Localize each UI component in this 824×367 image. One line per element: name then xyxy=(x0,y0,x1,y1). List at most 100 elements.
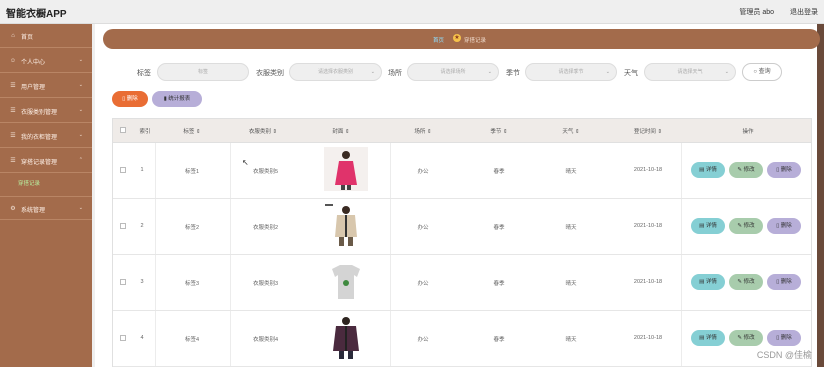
cell-date: 2021-10-18 xyxy=(633,279,663,285)
list-icon: ☰ xyxy=(10,108,16,114)
header-type[interactable]: 衣服类别 ⇕ xyxy=(233,127,293,135)
delete-label: 删除 xyxy=(780,223,792,229)
header-actions: 操作 xyxy=(742,129,754,135)
watermark: CSDN @佳榆 xyxy=(756,350,812,360)
delete-button[interactable]: ▯ 删除 xyxy=(767,162,801,178)
delete-button[interactable]: ▯ 删除 xyxy=(767,274,801,290)
divider xyxy=(681,311,682,366)
sidebar-item-label: 我的衣柜管理 xyxy=(21,135,58,141)
star-icon: ★ xyxy=(453,34,461,42)
header-season[interactable]: 季节 ⇕ xyxy=(479,127,519,135)
sidebar-item-label: 系统管理 xyxy=(21,208,46,214)
delete-label: 删除 xyxy=(780,279,792,285)
weather-select[interactable]: 请选择天气 ⌄ xyxy=(644,63,736,81)
season-select-placeholder: 请选择季节 xyxy=(558,69,584,75)
header-cover[interactable]: 封面 ⇕ xyxy=(316,127,366,135)
sidebar-subitem-records[interactable]: 穿搭记录 xyxy=(18,179,40,187)
sidebar-item-wardrobe[interactable]: ☰ 我的衣柜管理 ⌄ xyxy=(0,124,92,148)
detail-button[interactable]: ▤ 详情 xyxy=(691,162,725,178)
divider xyxy=(230,199,231,254)
records-table: 索引 标签 ⇕ 衣服类别 ⇕ 封面 ⇕ 场所 ⇕ 季节 ⇕ 天气 ⇕ 登记时间 … xyxy=(112,118,812,367)
detail-icon: ▤ xyxy=(699,167,706,173)
divider xyxy=(390,311,391,366)
header-weather[interactable]: 天气 ⇕ xyxy=(551,127,591,135)
search-button[interactable]: ○ 查询 xyxy=(742,63,782,81)
divider xyxy=(155,255,156,310)
header-index: 索引 xyxy=(139,129,151,135)
sidebar-item-home[interactable]: ⌂ 首页 xyxy=(0,24,92,48)
cell-season: 春季 xyxy=(493,225,505,231)
cell-season: 春季 xyxy=(493,281,505,287)
edit-button[interactable]: ✎ 修改 xyxy=(729,218,763,234)
chevron-down-icon: ⌄ xyxy=(78,205,83,211)
divider xyxy=(230,311,231,366)
sidebar-item-label: 个人中心 xyxy=(21,60,46,66)
detail-button[interactable]: ▤ 详情 xyxy=(691,274,725,290)
user-icon: ☺ xyxy=(9,58,17,64)
place-label: 场所 xyxy=(388,70,402,77)
sort-icon: ⇕ xyxy=(657,129,663,135)
sidebar-item-users[interactable]: ☰ 用户管理 ⌄ xyxy=(0,74,92,98)
delete-label: 删除 xyxy=(780,335,792,341)
table-header: 索引 标签 ⇕ 衣服类别 ⇕ 封面 ⇕ 场所 ⇕ 季节 ⇕ 天气 ⇕ 登记时间 … xyxy=(113,119,811,143)
row-checkbox[interactable] xyxy=(120,167,126,173)
cell-title: 标签4 xyxy=(184,337,200,343)
delete-button[interactable]: ▯ 删除 xyxy=(767,330,801,346)
season-label: 季节 xyxy=(506,70,520,77)
divider xyxy=(390,255,391,310)
header-place[interactable]: 场所 ⇕ xyxy=(403,127,443,135)
detail-button[interactable]: ▤ 详情 xyxy=(691,218,725,234)
logout-link[interactable]: 退出登录 xyxy=(790,7,818,17)
cell-weather: 晴天 xyxy=(565,169,577,175)
divider xyxy=(681,143,682,198)
cell-season: 春季 xyxy=(493,169,505,175)
cell-index: 3 xyxy=(140,279,144,285)
divider xyxy=(681,255,682,310)
chevron-up-icon: ⌃ xyxy=(78,157,83,163)
user-info: 管理员 abo xyxy=(739,9,774,16)
divider xyxy=(390,143,391,198)
breadcrumb-home[interactable]: 首页 xyxy=(433,36,444,44)
table-row: 3 标签3 衣服类别3 办公 春季 晴天 2021-10-18 ▤ 详情 ✎ 修… xyxy=(113,255,811,311)
table-row: 2 标签2 衣服类别2 办公 春季 晴天 2021-10-18 ▤ 详情 ✎ 修… xyxy=(113,199,811,255)
sidebar-item-clothes-type[interactable]: ☰ 衣服类别管理 ⌄ xyxy=(0,99,92,123)
cell-weather: 晴天 xyxy=(565,281,577,287)
sidebar-item-label: 用户管理 xyxy=(21,85,46,91)
place-select[interactable]: 请选择场所 ⌄ xyxy=(407,63,499,81)
cell-weather: 晴天 xyxy=(565,225,577,231)
row-checkbox[interactable] xyxy=(120,335,126,341)
right-edge-panel xyxy=(817,24,824,367)
header-title[interactable]: 标签 ⇕ xyxy=(167,127,217,135)
detail-icon: ▤ xyxy=(699,279,706,285)
breadcrumb-current: 穿搭记录 xyxy=(464,38,487,44)
place-select-placeholder: 请选择场所 xyxy=(440,69,466,75)
sidebar-item-personal[interactable]: ☺ 个人中心 ⌄ xyxy=(0,49,92,73)
edit-label: 修改 xyxy=(743,223,755,229)
title-input[interactable]: 标签 xyxy=(157,63,249,81)
chevron-down-icon: ⌄ xyxy=(78,82,83,88)
edit-button[interactable]: ✎ 修改 xyxy=(729,330,763,346)
sidebar-item-system[interactable]: ⚙ 系统管理 ⌄ xyxy=(0,196,92,220)
type-select[interactable]: 请选择衣服类别 ⌄ xyxy=(289,63,382,81)
cell-season: 春季 xyxy=(493,337,505,343)
sort-icon: ⇕ xyxy=(344,129,350,135)
detail-button[interactable]: ▤ 详情 xyxy=(691,330,725,346)
season-select[interactable]: 请选择季节 ⌄ xyxy=(525,63,617,81)
edit-button[interactable]: ✎ 修改 xyxy=(729,162,763,178)
divider xyxy=(681,199,682,254)
cover-image xyxy=(324,259,368,303)
cell-type: 衣服类别2 xyxy=(252,225,279,231)
row-checkbox[interactable] xyxy=(120,279,126,285)
select-all-checkbox[interactable] xyxy=(120,127,126,133)
delete-button[interactable]: ▯ 删除 xyxy=(767,218,801,234)
batch-delete-button[interactable]: ▯ 删除 xyxy=(112,91,148,107)
chevron-down-icon: ⌄ xyxy=(78,57,83,63)
header-date[interactable]: 登记时间 ⇕ xyxy=(618,127,678,135)
sidebar-item-records[interactable]: ☰ 穿搭记录管理 ⌃ xyxy=(0,149,92,173)
row-checkbox[interactable] xyxy=(120,223,126,229)
divider xyxy=(230,143,231,198)
edit-button[interactable]: ✎ 修改 xyxy=(729,274,763,290)
stats-button[interactable]: ▮ 统计报表 xyxy=(152,91,202,107)
wardrobe-icon: ☰ xyxy=(10,133,16,139)
search-button-label: 查询 xyxy=(758,69,771,75)
